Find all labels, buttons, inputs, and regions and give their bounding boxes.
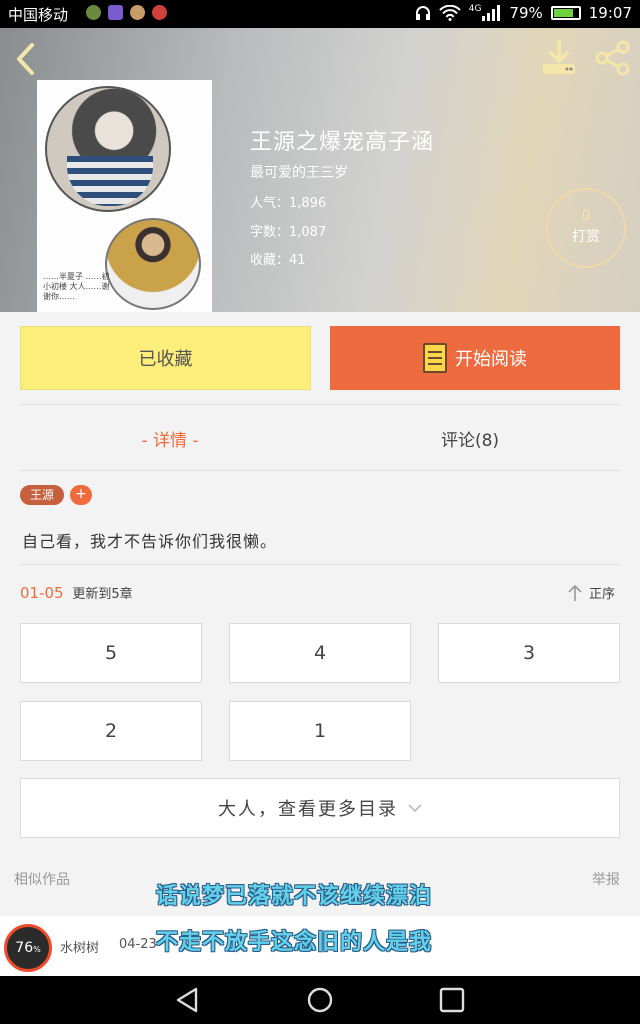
divider — [20, 564, 620, 565]
tag-list: 王源 + — [20, 485, 93, 505]
app-notification-icon — [152, 5, 167, 20]
app-notification-icon — [86, 5, 101, 20]
book-header: ……半夏子 ……初小初楼 大人……谢谢你…… 王源之爆宠高子涵 最可爱的王三岁 … — [0, 28, 640, 312]
chapter-button[interactable]: 2 — [20, 701, 202, 761]
start-reading-label: 开始阅读 — [455, 349, 527, 370]
tab-detail[interactable]: - 详情 - — [20, 426, 320, 451]
start-reading-button[interactable]: 开始阅读 — [330, 326, 620, 390]
collection-count: 收藏：41 — [250, 253, 306, 268]
signal-icon — [482, 5, 501, 21]
chapter-button[interactable]: 3 — [438, 623, 620, 683]
network-type: 4G — [468, 4, 482, 14]
popularity: 人气：1,896 — [250, 196, 327, 211]
tab-comments[interactable]: 评论(8) — [320, 426, 620, 451]
notification-icons — [86, 5, 167, 20]
more-chapters-label: 大人，查看更多目录 — [218, 799, 398, 820]
chevron-down-icon — [408, 804, 422, 813]
sort-order-button[interactable]: 正序 — [567, 583, 615, 602]
tip-label: 打赏 — [572, 229, 600, 245]
headphone-icon — [415, 6, 430, 20]
carrier-name: 中国移动 — [8, 6, 69, 24]
cover-portrait-bottom — [105, 218, 201, 310]
status-bar: 中国移动 4G 79% 19:07 — [0, 0, 640, 28]
download-icon[interactable] — [540, 40, 578, 76]
progress-dial[interactable]: 76% — [4, 924, 52, 972]
update-info: 01-05 更新到5章 — [20, 583, 133, 602]
status-right: 4G 79% 19:07 — [415, 4, 632, 22]
update-text: 更新到5章 — [72, 587, 133, 602]
book-icon — [423, 343, 447, 373]
cover-handwriting: ……半夏子 ……初小初楼 大人……谢谢你…… — [43, 272, 110, 301]
book-title: 王源之爆宠高子涵 — [250, 130, 435, 155]
chapter-button[interactable]: 1 — [229, 701, 411, 761]
book-cover[interactable]: ……半夏子 ……初小初楼 大人……谢谢你…… — [37, 80, 212, 312]
tip-count: 0 — [581, 208, 591, 224]
tip-button[interactable]: 0 打赏 — [546, 188, 626, 268]
divider — [20, 404, 620, 405]
battery-icon — [550, 6, 581, 20]
similar-works-heading: 相似作品 — [14, 872, 70, 888]
clock: 19:07 — [588, 4, 632, 22]
tag-chip[interactable]: 王源 — [20, 485, 65, 505]
share-icon[interactable] — [594, 40, 632, 76]
system-nav-bar — [0, 976, 640, 1024]
back-icon[interactable] — [12, 42, 42, 76]
lyric-overlay-line: 话说梦已落就不该继续漂泊 — [156, 884, 433, 909]
update-range: 01-05 — [20, 584, 64, 602]
arrow-up-icon — [568, 584, 582, 601]
sort-order-label: 正序 — [589, 587, 616, 602]
add-tag-button[interactable]: + — [70, 485, 93, 505]
nav-recents-icon[interactable] — [438, 986, 466, 1014]
book-author[interactable]: 最可爱的王三岁 — [250, 162, 348, 182]
nav-home-icon[interactable] — [306, 986, 334, 1014]
nav-back-icon[interactable] — [174, 986, 202, 1014]
app-notification-icon — [130, 5, 145, 20]
wifi-icon — [439, 5, 461, 21]
lyric-overlay-line: 不走不放手这念旧的人是我 — [156, 930, 433, 955]
comment-user: 水树树 — [60, 941, 100, 956]
word-count: 字数：1,087 — [250, 225, 327, 240]
dial-value: 76 — [15, 940, 34, 956]
divider — [20, 470, 620, 471]
dial-unit: % — [33, 945, 41, 954]
favorite-label: 已收藏 — [138, 349, 193, 370]
more-chapters-button[interactable]: 大人，查看更多目录 — [20, 778, 620, 838]
comment-date: 04-23 — [119, 937, 157, 952]
report-link[interactable]: 举报 — [592, 869, 620, 889]
book-intro: 自己看，我才不告诉你们我很懒。 — [22, 532, 278, 551]
battery-fill — [553, 9, 573, 17]
chapter-button[interactable]: 5 — [20, 623, 202, 683]
cover-portrait-top — [45, 86, 171, 212]
favorite-button[interactable]: 已收藏 — [20, 326, 311, 390]
app-notification-icon — [108, 5, 123, 20]
battery-percent: 79% — [509, 4, 543, 22]
chapter-button[interactable]: 4 — [229, 623, 411, 683]
